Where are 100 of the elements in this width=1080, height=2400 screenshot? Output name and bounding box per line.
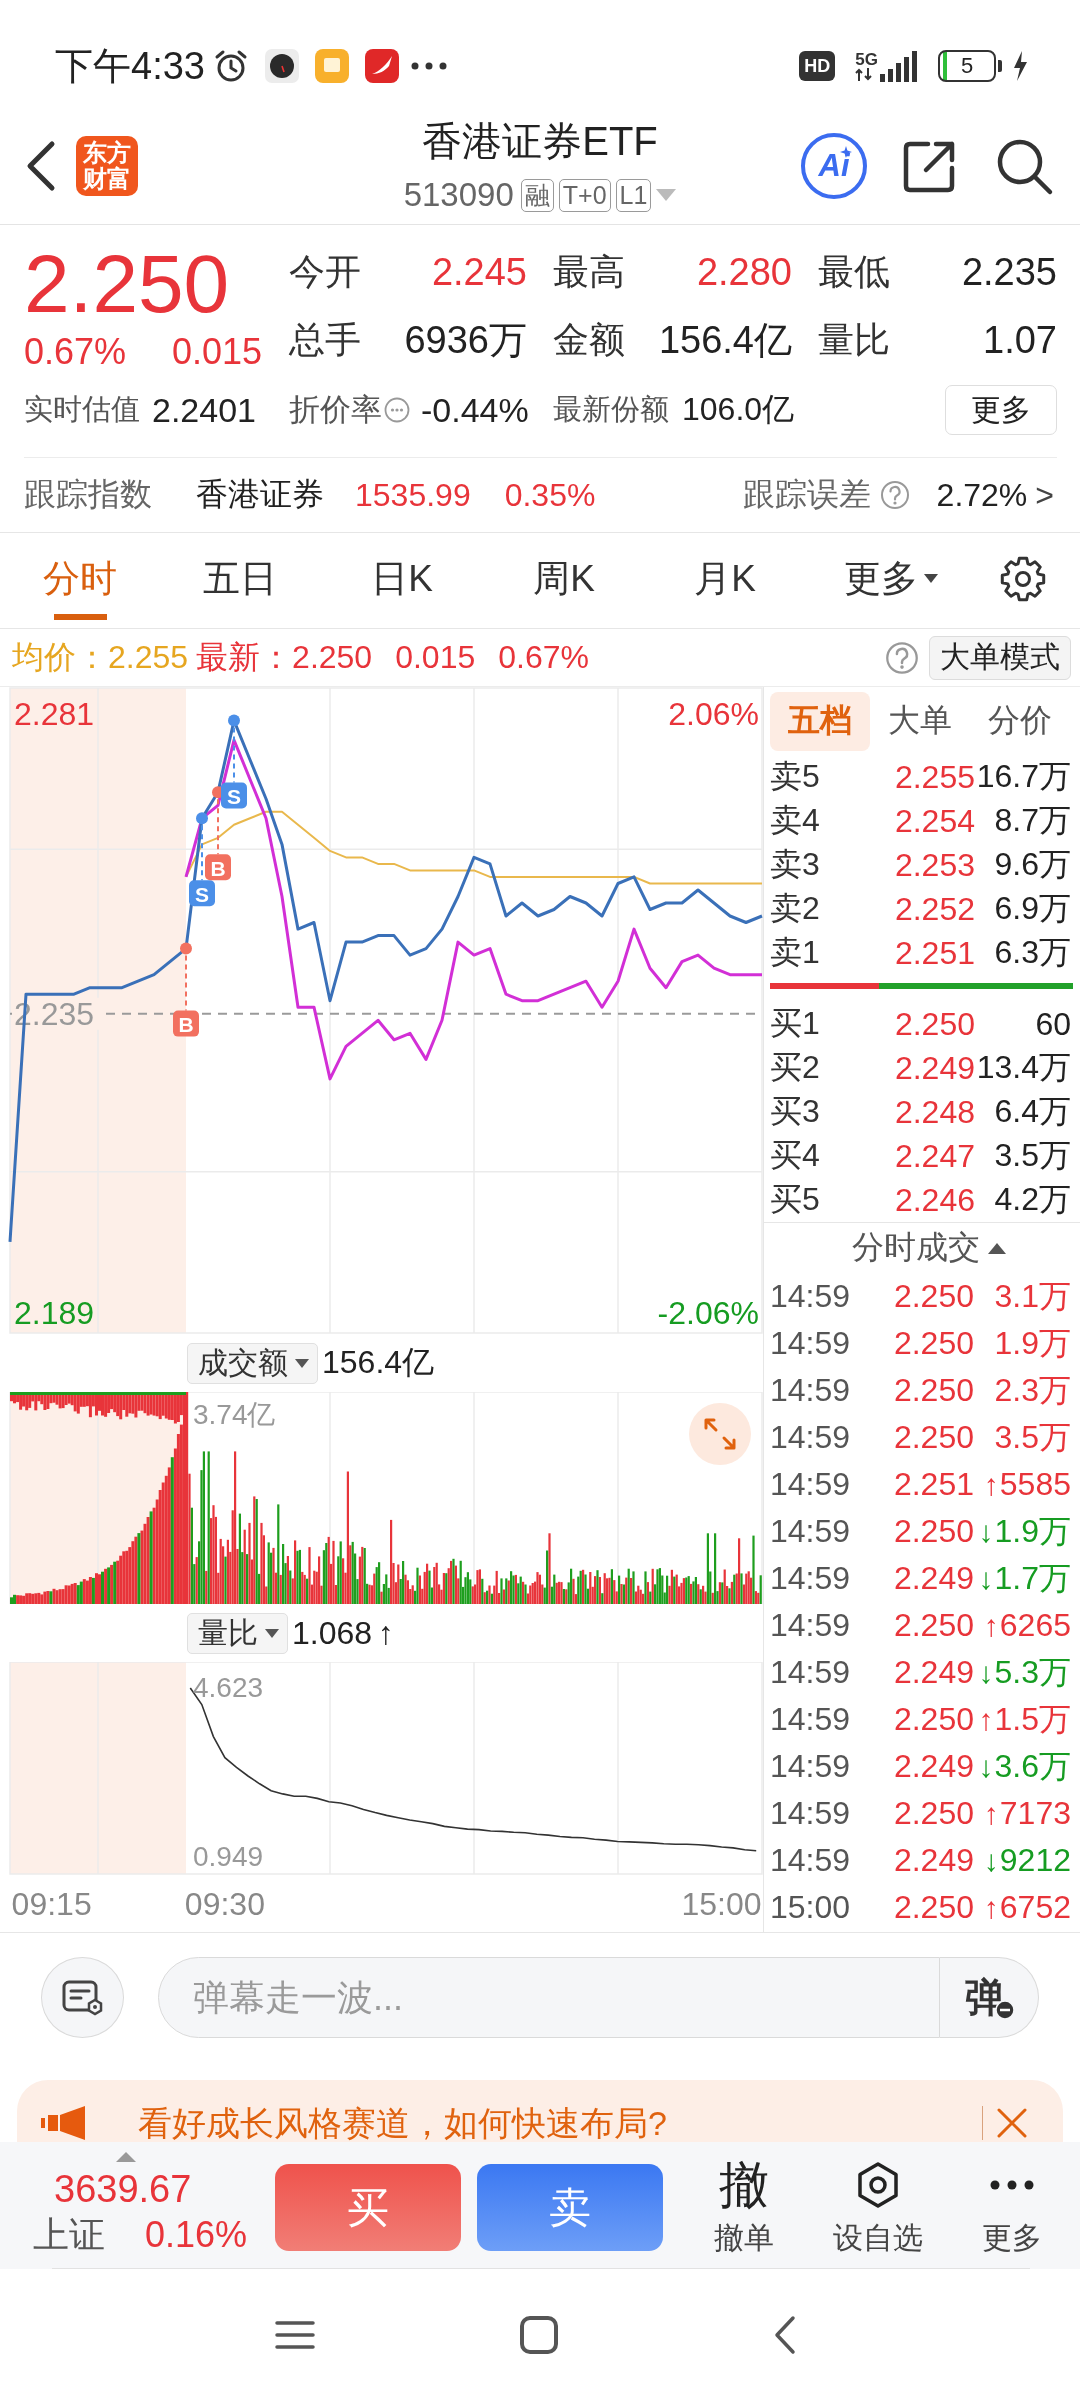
estimate-label: 实时估值 (24, 392, 140, 427)
stock-tag: T+0 (558, 178, 611, 212)
order-price: 2.254 (894, 802, 975, 840)
latest-change-percent: 0.67% (498, 639, 589, 676)
order-level-label: 卖3 (770, 845, 820, 884)
stat-label: 金额 (553, 317, 625, 362)
settings-icon[interactable] (1000, 556, 1046, 602)
metric-dropdown[interactable]: 成交额 (187, 1342, 318, 1384)
trade-direction-arrow: ↓ (978, 1749, 994, 1784)
trade-volume: 9212 (999, 1842, 1071, 1879)
home-square-icon (520, 2315, 558, 2354)
trade-volume: 1.5万 (994, 1699, 1071, 1739)
cancel-order-button[interactable]: 撤 撤单 (677, 2142, 811, 2268)
leader-line (201, 824, 203, 882)
order-level-label: 卖2 (770, 889, 820, 928)
stat-value: 156.4亿 (658, 317, 792, 363)
trade-price: 2.251 (893, 1466, 974, 1503)
trade-price: 2.250 (893, 1513, 974, 1550)
metric-dropdown[interactable]: 量比 (187, 1612, 288, 1654)
add-watchlist-button[interactable]: 设自选 (811, 2142, 945, 2268)
trade-time: 14:59 (770, 1607, 851, 1644)
tracking-error-label: 跟踪误差 (742, 475, 871, 514)
trade-price: 2.250 (893, 1278, 974, 1315)
trade-direction-arrow: ↓ (978, 1561, 994, 1596)
order-level-label: 卖4 (770, 801, 820, 840)
stat-value: 2.235 (961, 250, 1057, 294)
trades-toggle[interactable]: 分时成交 (838, 1226, 1006, 1270)
volume-total: 156.4亿 (322, 1343, 435, 1382)
caret-icon (265, 1628, 279, 1638)
leader-line (233, 726, 235, 784)
latest-price: 最新：2.250 (196, 637, 373, 677)
stat-label: 今开 (289, 249, 361, 294)
trade-time: 14:59 (770, 1278, 851, 1315)
expand-icon[interactable] (689, 1403, 751, 1465)
estimate-value: 2.2401 (152, 390, 256, 430)
order-volume: 4.2万 (994, 1180, 1071, 1219)
ellipsis-icon (410, 62, 447, 70)
more-button[interactable]: 更多 (945, 385, 1057, 435)
charging-icon (1012, 51, 1028, 81)
trade-direction-arrow: ↓ (978, 1655, 994, 1690)
price-axis-label: 2.189 (14, 1295, 95, 1332)
leader-line (217, 798, 219, 856)
tracked-index-value: 1535.99 (355, 476, 471, 514)
chart-tab[interactable]: 月K (644, 533, 806, 628)
chart-tab[interactable]: 五日 (160, 533, 320, 628)
more-icon (990, 2180, 1034, 2190)
trade-price: 2.250 (893, 1372, 974, 1409)
trade-direction-arrow: ↑ (983, 1796, 999, 1831)
latest-change: 0.015 (395, 639, 476, 676)
average-price: 均价：2.255 (12, 637, 189, 677)
order-price: 2.255 (894, 758, 975, 796)
more-button[interactable]: 更多 (945, 2142, 1079, 2268)
chart-tab[interactable]: 周K (484, 533, 644, 628)
trade-time: 14:59 (770, 1701, 851, 1738)
stock-tag: L1 (615, 178, 652, 212)
trade-direction-arrow: ↓ (978, 1514, 994, 1549)
ratio-axis-label: 4.623 (193, 1672, 264, 1704)
order-volume: 13.4万 (976, 1048, 1071, 1087)
order-price: 2.250 (894, 1005, 975, 1043)
chart-tab[interactable]: 更多 (806, 533, 975, 628)
order-book-tab[interactable]: 大单 (870, 691, 970, 751)
last-price: 2.250 (24, 238, 230, 330)
trade-time: 14:59 (770, 1372, 851, 1409)
trade-volume: 3.6万 (994, 1746, 1071, 1786)
help-icon[interactable] (885, 640, 919, 675)
trade-price: 2.249 (893, 1748, 974, 1785)
order-volume: 6.4万 (994, 1092, 1071, 1131)
trade-direction-arrow: ↑ (983, 1608, 999, 1643)
chart-tab[interactable]: 日K (320, 533, 484, 628)
price-axis-label: 2.281 (14, 696, 95, 733)
order-book-tab[interactable]: 分价 (970, 691, 1070, 751)
help-icon[interactable] (879, 480, 910, 510)
trade-time: 14:59 (770, 1795, 851, 1832)
trade-price: 2.250 (893, 1607, 974, 1644)
trade-price: 2.249 (893, 1560, 974, 1597)
leader-line (185, 954, 187, 1012)
order-level-label: 买1 (770, 1004, 820, 1043)
trade-direction-arrow: ↑ (983, 1467, 999, 1502)
trade-volume: 3.5万 (994, 1417, 1071, 1457)
stat-label: 最低 (818, 249, 890, 294)
trade-volume: 1.7万 (994, 1558, 1071, 1598)
caret-icon[interactable] (656, 189, 677, 201)
shares-label: 最新份额 (553, 392, 669, 427)
detail-chevron[interactable]: > (1035, 476, 1054, 514)
close-icon[interactable] (996, 2107, 1028, 2139)
trade-time: 14:59 (770, 1325, 851, 1362)
trade-price: 2.250 (893, 1889, 974, 1926)
ratio-axis-label: 0.949 (193, 1840, 264, 1872)
order-level-label: 买2 (770, 1048, 820, 1087)
trade-time: 14:59 (770, 1654, 851, 1691)
large-order-mode-button[interactable]: 大单模式 (929, 635, 1071, 680)
danmaku-toggle-button[interactable]: 弹 (940, 1957, 1039, 2038)
caret-icon[interactable] (116, 2152, 136, 2162)
ai-button[interactable]: Ai (801, 133, 867, 199)
comment-input[interactable]: 弹幕走一波... (158, 1957, 940, 2038)
status-time: 下午4:33 (55, 44, 205, 88)
more-info-icon[interactable] (384, 397, 410, 423)
order-volume: 3.5万 (994, 1136, 1071, 1175)
stat-value: 2.280 (696, 250, 792, 294)
trade-direction-arrow: ↑ (983, 1890, 999, 1925)
